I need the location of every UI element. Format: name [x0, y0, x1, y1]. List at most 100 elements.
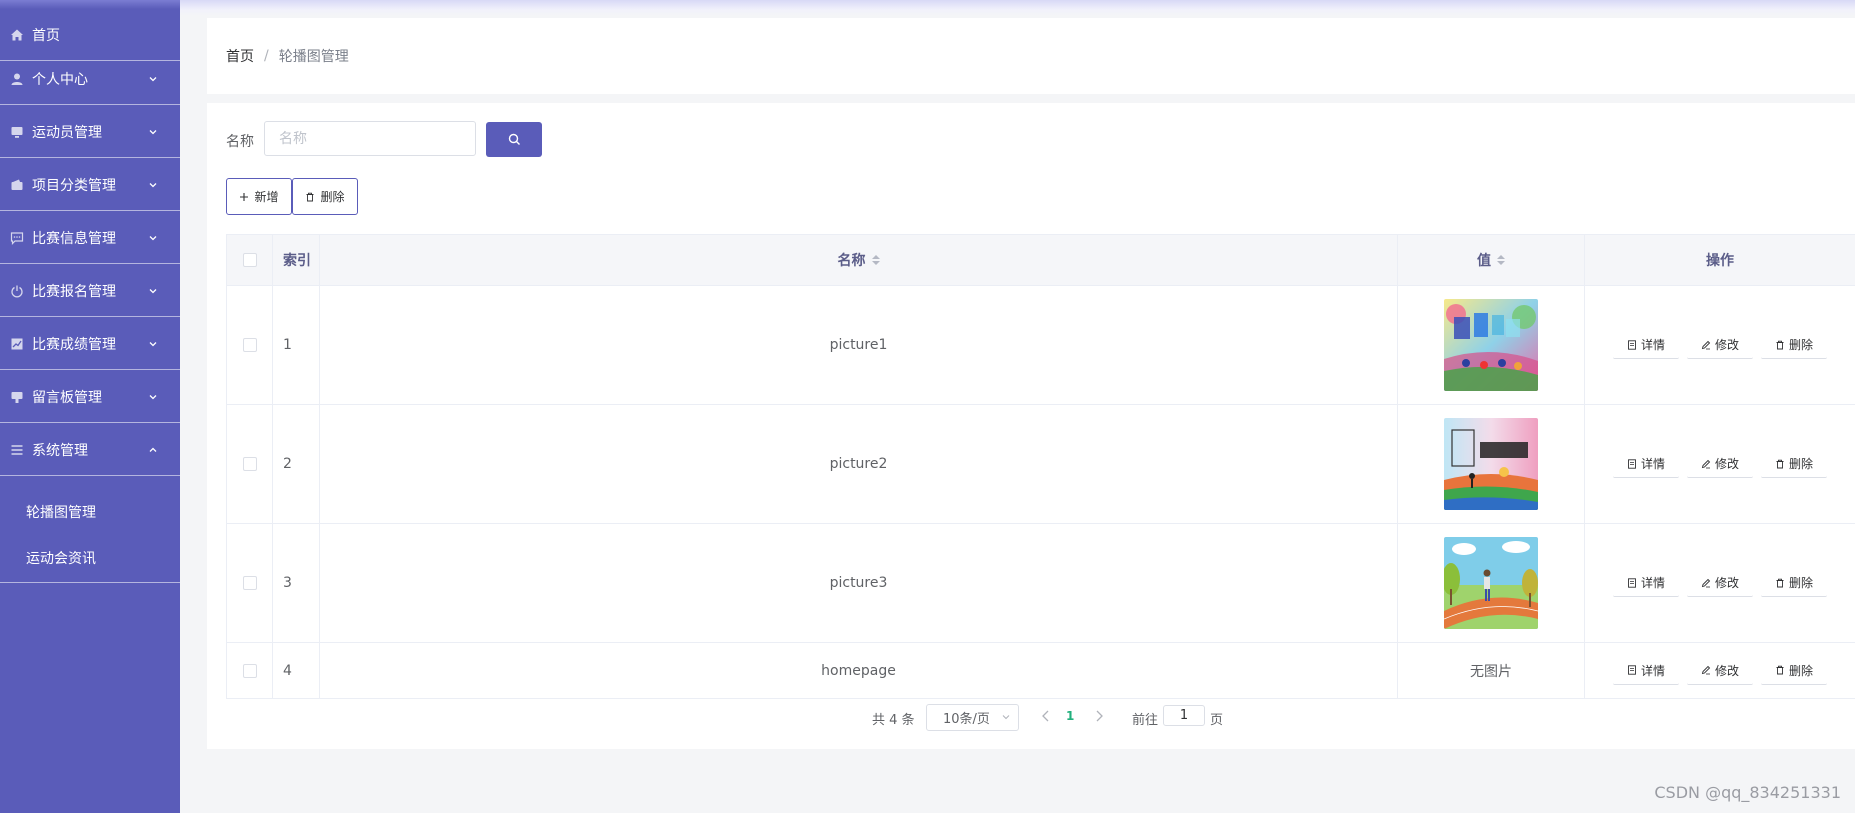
- row-checkbox-cell: [226, 524, 273, 642]
- search-input[interactable]: [264, 121, 476, 156]
- edit-label: 修改: [1714, 663, 1739, 678]
- sidebar-item-results[interactable]: 比赛成绩管理: [0, 318, 180, 370]
- sidebar-item-message-board[interactable]: 留言板管理: [0, 371, 180, 423]
- pagination-total: 共 4 条: [872, 713, 915, 728]
- row-ops: 详情 修改 删除: [1585, 286, 1855, 404]
- row-ops: 详情 修改 删除: [1585, 643, 1855, 698]
- header-value-label: 值: [1477, 253, 1491, 269]
- search-button[interactable]: [486, 122, 542, 157]
- delete-button[interactable]: 删除: [1761, 569, 1827, 597]
- row-name: homepage: [320, 643, 1398, 698]
- sidebar: 首页 个人中心 运动员管理 项目分类管理 比赛信息管理 比赛报名管理 比赛成绩管…: [0, 0, 180, 813]
- sidebar-item-categories[interactable]: 项目分类管理: [0, 159, 180, 211]
- data-table: 索引 名称 值 操作 1 picture1 详情 修改 删除 2 picture…: [226, 234, 1855, 699]
- detail-button[interactable]: 详情: [1613, 569, 1679, 597]
- top-header-bar: [180, 0, 1855, 16]
- page-size-select[interactable]: 10条/页: [926, 704, 1019, 731]
- detail-label: 详情: [1640, 576, 1665, 590]
- header-name[interactable]: 名称: [320, 235, 1398, 285]
- delete-label: 删除: [1788, 576, 1813, 590]
- chevron-down-icon: [149, 76, 157, 81]
- table-row: 1 picture1 详情 修改 删除: [226, 286, 1855, 405]
- sidebar-divider: [0, 582, 180, 583]
- plus-icon: [240, 192, 249, 201]
- row-checkbox-cell: [226, 643, 273, 698]
- edit-button[interactable]: 修改: [1687, 656, 1753, 685]
- edit-icon: [1701, 340, 1711, 349]
- sidebar-item-system[interactable]: 系统管理: [0, 424, 180, 476]
- search-label: 名称: [226, 134, 254, 150]
- detail-button[interactable]: 详情: [1613, 450, 1679, 478]
- chevron-down-icon: [149, 288, 157, 293]
- goto-page-input[interactable]: [1163, 705, 1205, 726]
- table-row: 2 picture2 详情 修改 删除: [226, 405, 1855, 524]
- prev-page-icon[interactable]: [1040, 709, 1052, 723]
- sidebar-subitem-carousel[interactable]: 轮播图管理: [0, 489, 180, 535]
- header-checkbox-cell: [226, 235, 273, 285]
- batch-delete-button[interactable]: 删除: [292, 178, 358, 215]
- row-checkbox[interactable]: [242, 457, 257, 471]
- delete-button[interactable]: 删除: [1761, 656, 1827, 685]
- add-button[interactable]: 新增: [226, 178, 292, 215]
- delete-button[interactable]: 删除: [1761, 450, 1827, 478]
- edit-button[interactable]: 修改: [1687, 569, 1753, 597]
- next-page-icon[interactable]: [1093, 709, 1105, 723]
- edit-button[interactable]: 修改: [1687, 331, 1753, 359]
- row-value: 无图片: [1398, 643, 1585, 698]
- chevron-down-icon: [149, 182, 157, 187]
- row-index: 2: [273, 405, 320, 523]
- row-index: 4: [273, 643, 320, 698]
- detail-label: 详情: [1640, 663, 1665, 678]
- detail-button[interactable]: 详情: [1613, 656, 1679, 685]
- breadcrumb-home[interactable]: 首页: [226, 46, 254, 66]
- edit-label: 修改: [1714, 338, 1739, 352]
- row-checkbox[interactable]: [242, 338, 257, 352]
- sidebar-item-label: 比赛成绩管理: [32, 336, 116, 353]
- table-header-row: 索引 名称 值 操作: [226, 235, 1855, 286]
- detail-label: 详情: [1640, 338, 1665, 352]
- colorful-sports-banner-image: [1444, 299, 1538, 391]
- edit-button[interactable]: 修改: [1687, 450, 1753, 478]
- document-icon: [1628, 665, 1636, 675]
- sidebar-item-athletes[interactable]: 运动员管理: [0, 106, 180, 158]
- sidebar-item-label: 首页: [32, 27, 60, 44]
- row-checkbox-cell: [226, 405, 273, 523]
- header-value[interactable]: 值: [1398, 235, 1585, 285]
- sports-meet-cheer-banner-image: [1444, 418, 1538, 510]
- sidebar-top-accent: [0, 0, 180, 9]
- select-all-checkbox[interactable]: [242, 253, 257, 267]
- sort-icon[interactable]: [871, 255, 880, 265]
- document-icon: [1628, 577, 1636, 588]
- search-icon: [508, 133, 520, 145]
- page-number-current[interactable]: 1: [1066, 709, 1074, 723]
- delete-label: 删除: [1788, 457, 1813, 471]
- power-icon: [11, 285, 23, 297]
- detail-label: 详情: [1640, 457, 1665, 471]
- breadcrumb-current: 轮播图管理: [278, 49, 349, 65]
- sort-icon[interactable]: [1497, 255, 1505, 265]
- sidebar-subitem-news[interactable]: 运动会资讯: [0, 535, 180, 581]
- sidebar-item-personal-center[interactable]: 个人中心: [0, 53, 180, 105]
- trash-icon: [1776, 578, 1784, 587]
- trash-icon: [1776, 459, 1784, 468]
- sidebar-item-label: 系统管理: [32, 442, 88, 459]
- sidebar-item-label: 运动员管理: [32, 124, 102, 141]
- user-icon: [11, 73, 23, 85]
- row-checkbox[interactable]: [242, 663, 257, 678]
- sidebar-item-registration[interactable]: 比赛报名管理: [0, 265, 180, 317]
- edit-icon: [1701, 459, 1711, 468]
- detail-button[interactable]: 详情: [1613, 331, 1679, 359]
- sidebar-item-match-info[interactable]: 比赛信息管理: [0, 212, 180, 264]
- sidebar-item-label: 比赛信息管理: [32, 230, 116, 247]
- edit-icon: [1701, 665, 1711, 675]
- row-checkbox[interactable]: [242, 576, 257, 590]
- chevron-down-icon: [149, 235, 157, 240]
- runner-on-track-image: [1444, 537, 1538, 629]
- row-name: picture1: [320, 286, 1398, 404]
- edit-icon: [1701, 578, 1711, 587]
- sidebar-item-label: 项目分类管理: [32, 177, 116, 194]
- goto-label: 前往: [1132, 713, 1159, 728]
- breadcrumb-separator: /: [264, 48, 269, 64]
- document-icon: [1628, 458, 1636, 469]
- delete-button[interactable]: 删除: [1761, 331, 1827, 359]
